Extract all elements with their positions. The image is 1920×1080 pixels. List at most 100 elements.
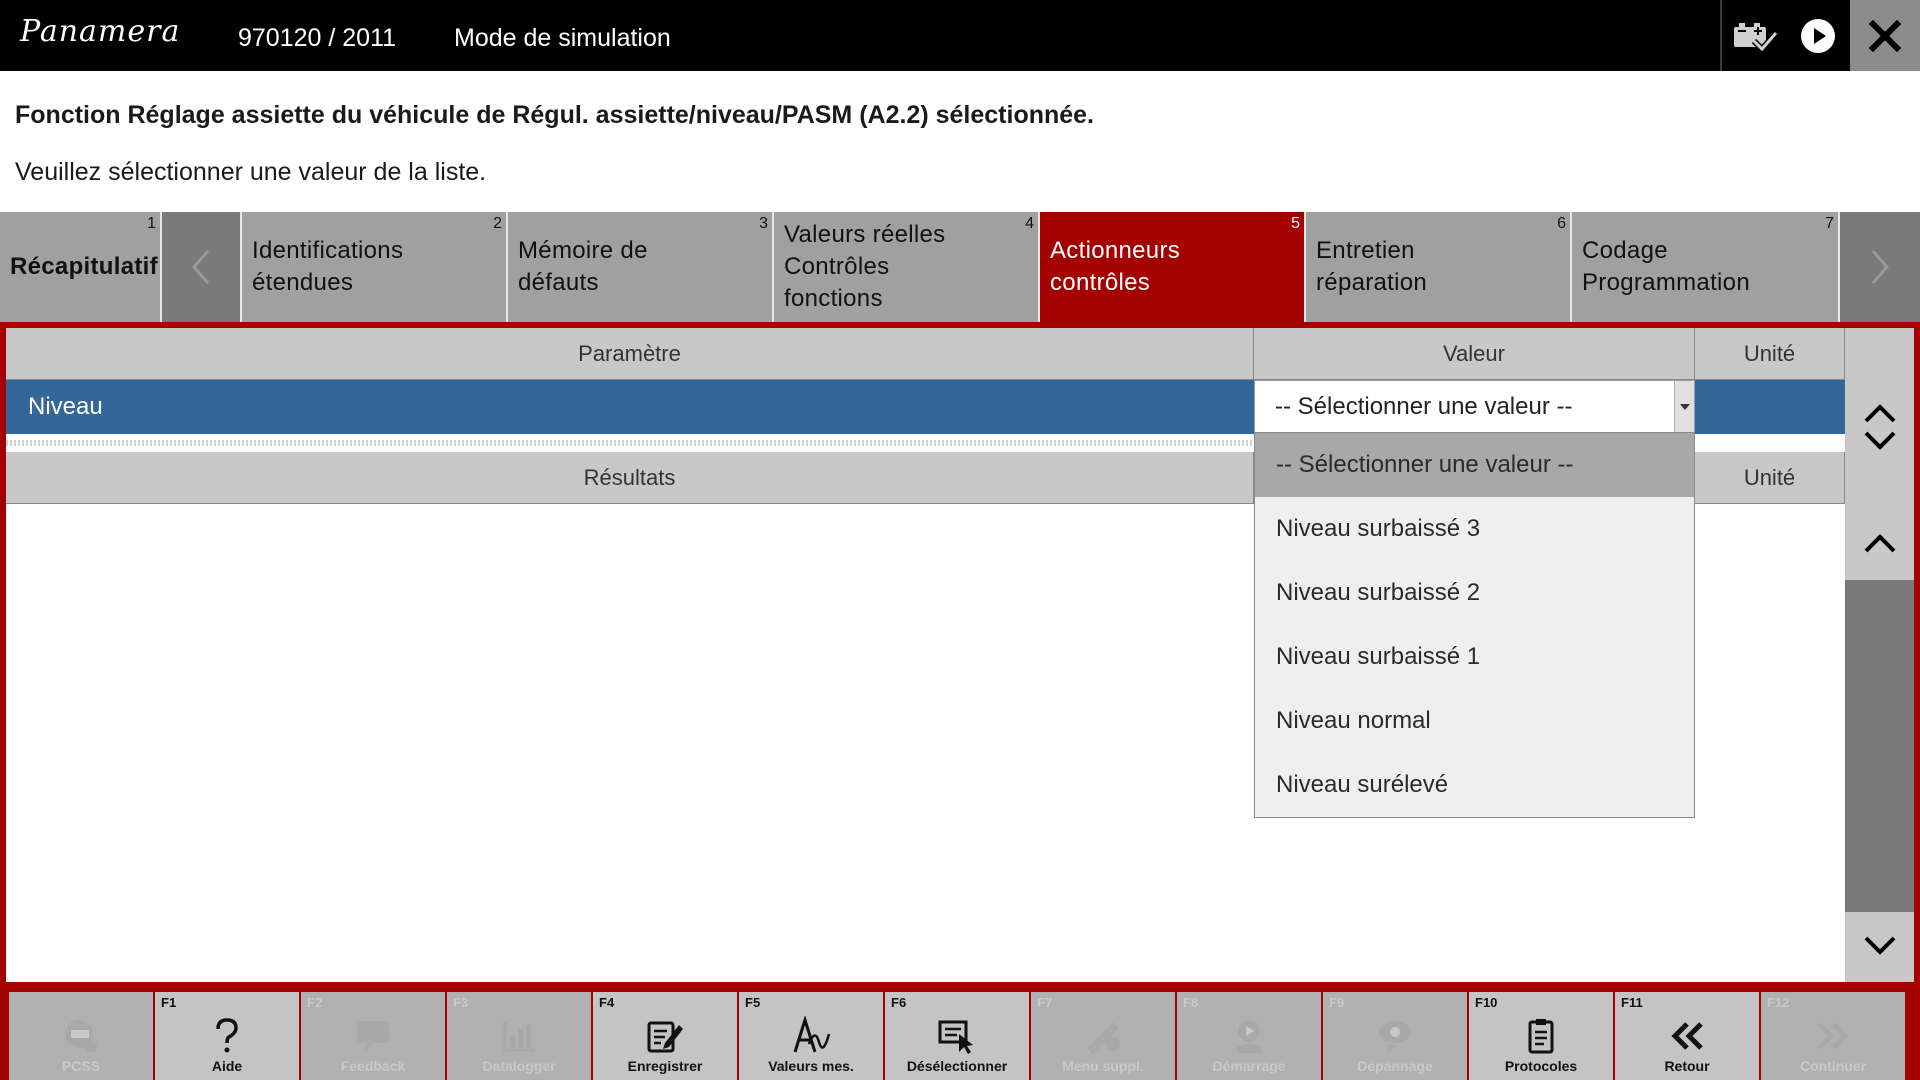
- param-unit-cell: [1695, 380, 1845, 434]
- close-icon: [1868, 19, 1902, 52]
- section-divider: [6, 440, 1254, 446]
- results-scroll-down-button[interactable]: [1845, 912, 1914, 982]
- function-label: PCSS: [61, 1058, 101, 1074]
- function-key: F4: [599, 995, 615, 1010]
- function-key: F7: [1037, 995, 1053, 1010]
- value-select[interactable]: -- Sélectionner une valeur --: [1254, 380, 1695, 434]
- tab-identifications[interactable]: 2 Identifications étendues: [242, 212, 508, 322]
- chevron-right-icon: [1871, 250, 1889, 284]
- play-button[interactable]: [1788, 0, 1848, 71]
- back-button[interactable]: F11 Retour: [1615, 992, 1759, 1080]
- function-key: F9: [1329, 995, 1345, 1010]
- deselect-icon: [938, 1020, 973, 1054]
- function-label: Protocoles: [1504, 1058, 1578, 1074]
- function-key: F8: [1183, 995, 1199, 1010]
- tab-memoire-defauts[interactable]: 3 Mémoire de défauts: [508, 212, 774, 322]
- tab-label: Identifications étendues: [252, 237, 404, 296]
- results-column-header: Résultats: [6, 452, 1254, 504]
- datalogger-icon: [503, 1022, 535, 1052]
- param-row[interactable]: Niveau: [6, 380, 1254, 434]
- value-dropdown-list: -- Sélectionner une valeur -- Niveau sur…: [1254, 432, 1695, 818]
- continue-button[interactable]: F12 Continuer: [1761, 992, 1905, 1080]
- function-label: Valeurs mes.: [768, 1058, 854, 1074]
- measured-values-icon: [793, 1016, 831, 1053]
- function-label: Feedback: [340, 1058, 406, 1074]
- dropdown-toggle[interactable]: [1674, 381, 1694, 433]
- tab-label: Entretien réparation: [1316, 237, 1428, 296]
- function-label: Démarrage: [1212, 1058, 1286, 1074]
- tab-bar: 1 Récapitulatif 2 Identifications étendu…: [0, 212, 1920, 322]
- start-button[interactable]: F8 Démarrage: [1177, 992, 1321, 1080]
- brand-logo: Panamera: [20, 14, 181, 49]
- select-current-value: -- Sélectionner une valeur --: [1275, 393, 1573, 420]
- dropdown-option[interactable]: Niveau surélevé: [1255, 753, 1694, 817]
- tab-recapitulatif[interactable]: 1 Récapitulatif: [0, 212, 162, 322]
- tab-label: Mémoire de défauts: [518, 237, 648, 296]
- tab-scroll-right-button[interactable]: [1840, 212, 1920, 322]
- dropdown-option[interactable]: Niveau surbaissé 3: [1255, 497, 1694, 561]
- function-key: F3: [453, 995, 469, 1010]
- tab-label: Valeurs réelles Contrôles fonctions: [784, 221, 946, 312]
- header-corner: [1845, 328, 1914, 380]
- function-key-bar: PCSS F1 Aide F2 Feedback F3 Datalogger F…: [0, 988, 1920, 1080]
- additional-menu-button[interactable]: F7 Menu suppl.: [1031, 992, 1175, 1080]
- results-unit-header: Unité: [1695, 452, 1845, 504]
- function-key: F12: [1767, 995, 1790, 1010]
- function-key: F5: [745, 995, 761, 1010]
- instruction-text: Veuillez sélectionner une valeur de la l…: [15, 158, 487, 186]
- pcss-button[interactable]: PCSS: [9, 992, 153, 1080]
- function-label: Enregistrer: [627, 1058, 703, 1074]
- additional-menu-icon: [1087, 1022, 1120, 1054]
- tab-valeurs-reelles[interactable]: 4 Valeurs réelles Contrôles fonctions: [774, 212, 1040, 322]
- close-button[interactable]: [1850, 0, 1920, 71]
- play-icon: [1801, 18, 1835, 53]
- battery-check-icon: [1734, 22, 1778, 53]
- save-button[interactable]: F4 Enregistrer: [593, 992, 737, 1080]
- function-key: F10: [1475, 995, 1498, 1010]
- dropdown-option[interactable]: Niveau surbaissé 1: [1255, 625, 1694, 689]
- battery-check-button[interactable]: [1722, 0, 1788, 71]
- mode-label: Mode de simulation: [454, 24, 671, 52]
- dropdown-option[interactable]: Niveau normal: [1255, 689, 1694, 753]
- title-bar: Panamera 970120 / 2011 Mode de simulatio…: [0, 0, 1920, 71]
- results-scrollbar-track[interactable]: [1845, 580, 1914, 912]
- tab-codage[interactable]: 7 Codage Programmation: [1572, 212, 1840, 322]
- help-button[interactable]: F1 Aide: [155, 992, 299, 1080]
- troubleshooting-button[interactable]: F9 Dépannage: [1323, 992, 1467, 1080]
- start-icon: [1237, 1020, 1261, 1053]
- deselect-button[interactable]: F6 Désélectionner: [885, 992, 1029, 1080]
- param-name: Niveau: [28, 393, 103, 420]
- function-label: Continuer: [1799, 1058, 1867, 1074]
- caret-down-icon: [1679, 404, 1690, 410]
- function-label: Dépannage: [1357, 1058, 1433, 1074]
- chevron-left-icon: [192, 250, 210, 284]
- results-header-corner: [1845, 452, 1914, 504]
- function-label: Datalogger: [482, 1058, 556, 1074]
- pcss-icon: [65, 1020, 97, 1052]
- datalogger-button[interactable]: F3 Datalogger: [447, 992, 591, 1080]
- protocols-icon: [1528, 1019, 1554, 1054]
- feedback-icon: [357, 1021, 389, 1051]
- tab-scroll-left-button[interactable]: [162, 212, 242, 322]
- chevron-up-icon: [1864, 534, 1895, 553]
- protocols-button[interactable]: F10 Protocoles: [1469, 992, 1613, 1080]
- function-label: Aide: [211, 1058, 243, 1074]
- function-label: Menu suppl.: [1062, 1058, 1144, 1074]
- measured-values-button[interactable]: F5 Valeurs mes.: [739, 992, 883, 1080]
- dropdown-option[interactable]: Niveau surbaissé 2: [1255, 561, 1694, 625]
- troubleshooting-icon: [1379, 1021, 1411, 1052]
- chevron-up-icon[interactable]: [1862, 399, 1898, 425]
- unit-column-header: Unité: [1695, 328, 1845, 380]
- function-label: Désélectionner: [906, 1058, 1008, 1074]
- function-title: Fonction Réglage assiette du véhicule de…: [15, 101, 1095, 129]
- feedback-button[interactable]: F2 Feedback: [301, 992, 445, 1080]
- function-key: F6: [891, 995, 907, 1010]
- tab-actionneurs[interactable]: 5 Actionneurs contrôles: [1040, 212, 1306, 322]
- dropdown-option[interactable]: -- Sélectionner une valeur --: [1255, 433, 1694, 497]
- save-icon: [647, 1021, 683, 1053]
- continue-icon: [1817, 1022, 1849, 1050]
- tab-entretien[interactable]: 6 Entretien réparation: [1306, 212, 1572, 322]
- param-column-header: Paramètre: [6, 328, 1254, 380]
- back-icon: [1671, 1022, 1703, 1050]
- results-scroll-up-button[interactable]: [1845, 504, 1914, 580]
